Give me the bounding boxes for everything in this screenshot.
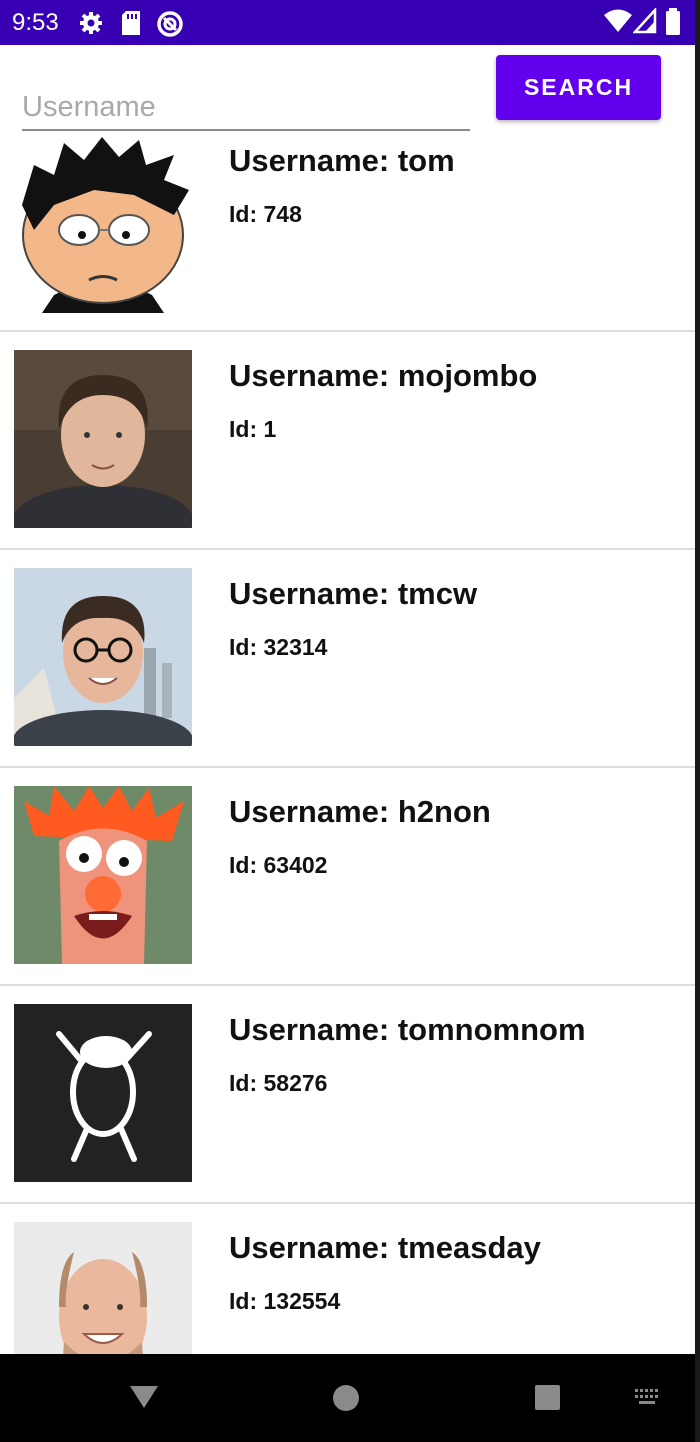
settings-gear-icon: [80, 12, 102, 34]
keyboard-icon[interactable]: [634, 1388, 662, 1408]
photo-avatar: [14, 350, 192, 528]
search-button[interactable]: SEARCH: [496, 55, 661, 120]
recents-square-icon[interactable]: [534, 1384, 561, 1411]
status-bar: 9:53: [0, 0, 695, 45]
user-list-item[interactable]: Username: h2non Id: 63402: [0, 768, 695, 986]
user-id-text: Id: 1: [229, 416, 277, 442]
username-text: Username: mojombo: [229, 358, 538, 393]
data-saver-icon: [157, 11, 183, 37]
photo-avatar: [14, 568, 192, 746]
home-circle-icon[interactable]: [332, 1384, 360, 1412]
status-time: 9:53: [12, 9, 59, 36]
navigation-bar: [0, 1354, 695, 1442]
back-triangle-icon[interactable]: [128, 1384, 160, 1410]
user-id-text: Id: 58276: [229, 1070, 328, 1096]
user-list-item[interactable]: Username: tmcw Id: 32314: [0, 550, 695, 768]
user-list-item[interactable]: Username: mojombo Id: 1: [0, 332, 695, 550]
username-search-input[interactable]: [22, 85, 470, 131]
app-screen: 9:53 SEARCH: [0, 0, 695, 1442]
cartoon-avatar-icon: [14, 135, 192, 313]
muppet-avatar: [14, 786, 192, 964]
user-id-text: Id: 32314: [229, 634, 328, 660]
username-text: Username: tmeasday: [229, 1230, 541, 1265]
user-id-text: Id: 132554: [229, 1288, 341, 1314]
wifi-icon: [604, 9, 632, 32]
username-text: Username: tomnomnom: [229, 1012, 586, 1047]
user-list-item[interactable]: Username: tomnomnom Id: 58276: [0, 986, 695, 1204]
user-id-text: Id: 63402: [229, 852, 328, 878]
sheep-drawing-avatar: [14, 1004, 192, 1182]
sd-card-icon: [122, 11, 140, 35]
user-list: Username: tom Id: 748 Username: mojombo …: [0, 135, 695, 1422]
user-list-item[interactable]: Username: tom Id: 748: [0, 135, 695, 332]
battery-icon: [666, 8, 680, 35]
username-text: Username: h2non: [229, 794, 491, 829]
signal-icon: [633, 8, 657, 34]
username-text: Username: tmcw: [229, 576, 478, 611]
username-text: Username: tom: [229, 143, 455, 178]
search-row: SEARCH: [0, 45, 695, 135]
user-id-text: Id: 748: [229, 201, 302, 227]
